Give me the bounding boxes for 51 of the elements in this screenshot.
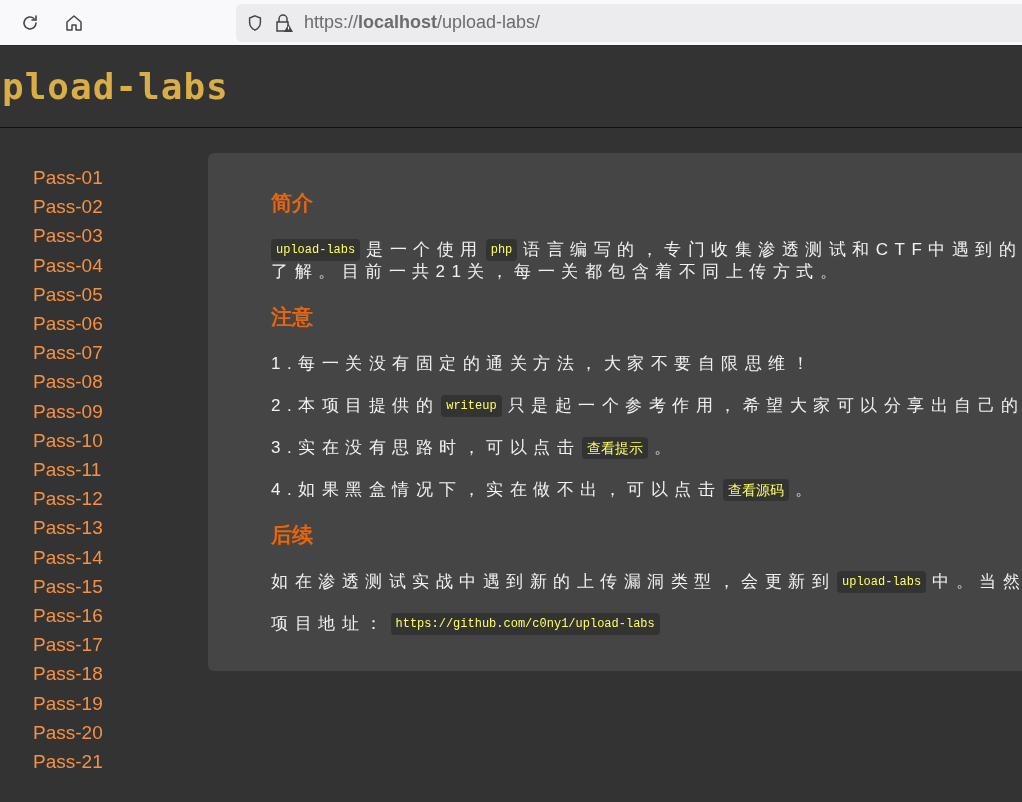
sidebar-link[interactable]: Pass-09 (33, 396, 103, 426)
sidebar-link[interactable]: Pass-16 (33, 601, 103, 631)
sidebar-link[interactable]: Pass-11 (33, 455, 102, 485)
address-bar[interactable]: https://localhost/upload-labs/ (236, 3, 1022, 42)
logo: pload-labs (2, 66, 229, 107)
section-heading: 简介 (271, 190, 314, 216)
paragraph-text: 1.每一关没有固定的通关方法，大家不要自限思维！ (271, 353, 816, 375)
sidebar-link[interactable]: Pass-02 (33, 192, 103, 222)
section-heading: 注意 (271, 304, 314, 330)
sidebar-link[interactable]: Pass-20 (33, 717, 103, 748)
paragraph-text: 只是起一个参考作用，希望大家可以分享出自己的 (507, 395, 1022, 417)
paragraph-text: 2.本项目提供的 (271, 395, 440, 417)
paragraph-text: 。 (654, 437, 678, 459)
hint-button[interactable]: 查看提示 (582, 437, 649, 459)
sidebar-link[interactable]: Pass-06 (33, 309, 103, 339)
paragraph-text: 语言编写的，专门收集渗透测试和CTF中遇到的 (523, 239, 1022, 261)
sidebar-link[interactable]: Pass-10 (33, 425, 103, 456)
code-snippet: upload-labs (271, 239, 361, 261)
sidebar-link[interactable]: Pass-05 (33, 279, 103, 309)
sidebar-link[interactable]: Pass-18 (33, 659, 103, 689)
hint-button[interactable]: 查看源码 (723, 479, 790, 501)
code-snippet: php (485, 239, 518, 261)
paragraph-text: 了解。目前一共21关，每一关都包含着不同上传方式。 (271, 261, 844, 283)
paragraph-text: 项目地址： (271, 613, 389, 635)
paragraph-text: 是一个使用 (366, 239, 484, 261)
shield-icon[interactable] (246, 13, 264, 32)
paragraph-text: 如在渗透测试实战中遇到新的上传漏洞类型，会更新到 (271, 571, 835, 593)
code-snippet: upload-labs (837, 571, 927, 593)
paragraph-text: 中。当然 (932, 571, 1022, 593)
sidebar-link[interactable]: Pass-15 (33, 571, 103, 602)
paragraph-text: 。 (795, 479, 819, 501)
sidebar-link[interactable]: Pass-13 (33, 513, 103, 543)
paragraph-text: 4.如果黑盒情况下，实在做不出，可以点击 (271, 479, 722, 501)
sidebar-link[interactable]: Pass-07 (33, 338, 103, 368)
sidebar-link[interactable]: Pass-12 (33, 484, 103, 514)
url-text[interactable]: https://localhost/upload-labs/ (304, 12, 541, 33)
link[interactable]: https://github.com/c0ny1/upload-labs (390, 613, 660, 635)
paragraph-text: 3.实在没有思路时，可以点击 (271, 437, 581, 459)
sidebar-link[interactable]: Pass-14 (33, 542, 103, 572)
home-icon[interactable] (64, 12, 84, 33)
sidebar-link[interactable]: Pass-21 (33, 747, 103, 777)
lock-warning-icon[interactable] (274, 12, 294, 33)
sidebar-link[interactable]: Pass-08 (33, 367, 103, 397)
sidebar-link[interactable]: Pass-03 (33, 221, 103, 251)
reload-icon[interactable] (20, 12, 40, 33)
sidebar-link[interactable]: Pass-19 (33, 688, 103, 718)
sidebar-link[interactable]: Pass-04 (33, 250, 103, 280)
code-snippet: writeup (441, 395, 502, 417)
sidebar-link[interactable]: Pass-17 (33, 630, 103, 660)
sidebar-link[interactable]: Pass-01 (33, 163, 103, 193)
section-heading: 后续 (271, 522, 314, 548)
